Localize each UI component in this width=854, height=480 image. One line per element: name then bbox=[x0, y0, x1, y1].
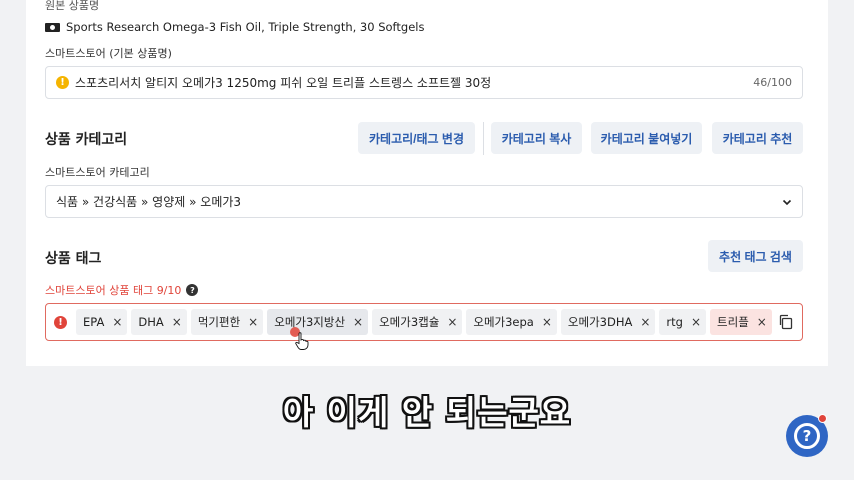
tag-label: EPA bbox=[83, 315, 105, 329]
remove-tag-icon[interactable]: × bbox=[447, 315, 457, 329]
tag-label: DHA bbox=[138, 315, 164, 329]
tag-chip-error: 트리플 × bbox=[710, 309, 772, 335]
tag-chip: 오메가3캡슐 × bbox=[372, 309, 463, 335]
tag-chip: DHA × bbox=[131, 309, 187, 335]
original-name: Sports Research Omega-3 Fish Oil, Triple… bbox=[45, 20, 424, 34]
copy-category-button[interactable]: 카테고리 복사 bbox=[491, 122, 582, 154]
warning-icon: ! bbox=[56, 76, 69, 89]
category-section-title: 상품 카테고리 bbox=[45, 132, 128, 148]
tag-chip-hovered: 오메가3지방산 × bbox=[267, 309, 369, 335]
paste-category-button[interactable]: 카테고리 붙여넣기 bbox=[591, 122, 702, 154]
category-path: 식품 » 건강식품 » 영양제 » 오메가3 bbox=[56, 195, 242, 209]
copy-icon[interactable] bbox=[778, 314, 794, 330]
tag-count-label: 스마트스토어 상품 태그 9/10 ? bbox=[45, 282, 199, 298]
product-edit-panel: 원본 상품명 Sports Research Omega-3 Fish Oil,… bbox=[26, 0, 828, 366]
tag-chip: 오메가3epa × bbox=[466, 309, 557, 335]
tag-label: 오메가3epa bbox=[473, 315, 534, 329]
char-count: 46/100 bbox=[753, 76, 792, 89]
chevron-down-icon bbox=[782, 199, 792, 205]
smartstore-name-label: 스마트스토어 (기본 상품명) bbox=[45, 47, 172, 60]
tag-section-title: 상품 태그 bbox=[45, 251, 102, 267]
recommend-tag-search-button[interactable]: 추천 태그 검색 bbox=[708, 240, 803, 272]
remove-tag-icon[interactable]: × bbox=[112, 315, 122, 329]
hand-cursor-icon bbox=[295, 332, 309, 350]
remove-tag-icon[interactable]: × bbox=[757, 315, 767, 329]
remove-tag-icon[interactable]: × bbox=[542, 315, 552, 329]
tag-label: 오메가3DHA bbox=[567, 315, 633, 329]
remove-tag-icon[interactable]: × bbox=[172, 315, 182, 329]
tag-count-text: 스마트스토어 상품 태그 9/10 bbox=[45, 284, 182, 297]
flag-icon bbox=[45, 22, 60, 32]
help-icon[interactable]: ? bbox=[186, 284, 199, 296]
tag-label: 트리플 bbox=[717, 315, 749, 329]
tag-chip: rtg × bbox=[659, 309, 707, 335]
change-category-tag-button[interactable]: 카테고리/태그 변경 bbox=[358, 122, 475, 154]
error-icon: ! bbox=[54, 315, 67, 329]
smartstore-name-input[interactable]: ! 스포츠리서치 알티지 오메가3 1250mg 피쉬 오일 트리플 스트렝스 … bbox=[45, 66, 803, 99]
original-name-label: 원본 상품명 bbox=[45, 0, 100, 12]
category-select[interactable]: 식품 » 건강식품 » 영양제 » 오메가3 bbox=[45, 185, 803, 218]
tag-label: 오메가3캡슐 bbox=[379, 315, 440, 329]
tag-label: 먹기편한 bbox=[197, 315, 241, 329]
tag-chip: 먹기편한 × bbox=[190, 309, 264, 335]
question-icon: ? bbox=[794, 423, 820, 449]
tag-label: rtg bbox=[666, 315, 683, 329]
recommend-category-button[interactable]: 카테고리 추천 bbox=[712, 122, 803, 154]
tag-chip: 오메가3DHA × bbox=[560, 309, 656, 335]
remove-tag-icon[interactable]: × bbox=[640, 315, 650, 329]
notification-badge bbox=[818, 414, 827, 423]
button-divider bbox=[483, 122, 484, 155]
remove-tag-icon[interactable]: × bbox=[353, 315, 363, 329]
video-subtitle: 아 이게 안 되는군요 bbox=[282, 393, 572, 432]
tag-input[interactable]: ! EPA × DHA × 먹기편한 × 오메가3지방산 × 오메가3캡슐 × 오메가3e… bbox=[45, 303, 803, 341]
smartstore-name-value: 스포츠리서치 알티지 오메가3 1250mg 피쉬 오일 트리플 스트렝스 소프… bbox=[75, 76, 492, 90]
smartstore-category-label: 스마트스토어 카테고리 bbox=[45, 166, 150, 179]
tag-chip: EPA × bbox=[76, 309, 128, 335]
original-name-value: Sports Research Omega-3 Fish Oil, Triple… bbox=[66, 20, 425, 34]
tag-label: 오메가3지방산 bbox=[274, 315, 346, 329]
remove-tag-icon[interactable]: × bbox=[248, 315, 258, 329]
remove-tag-icon[interactable]: × bbox=[691, 315, 701, 329]
